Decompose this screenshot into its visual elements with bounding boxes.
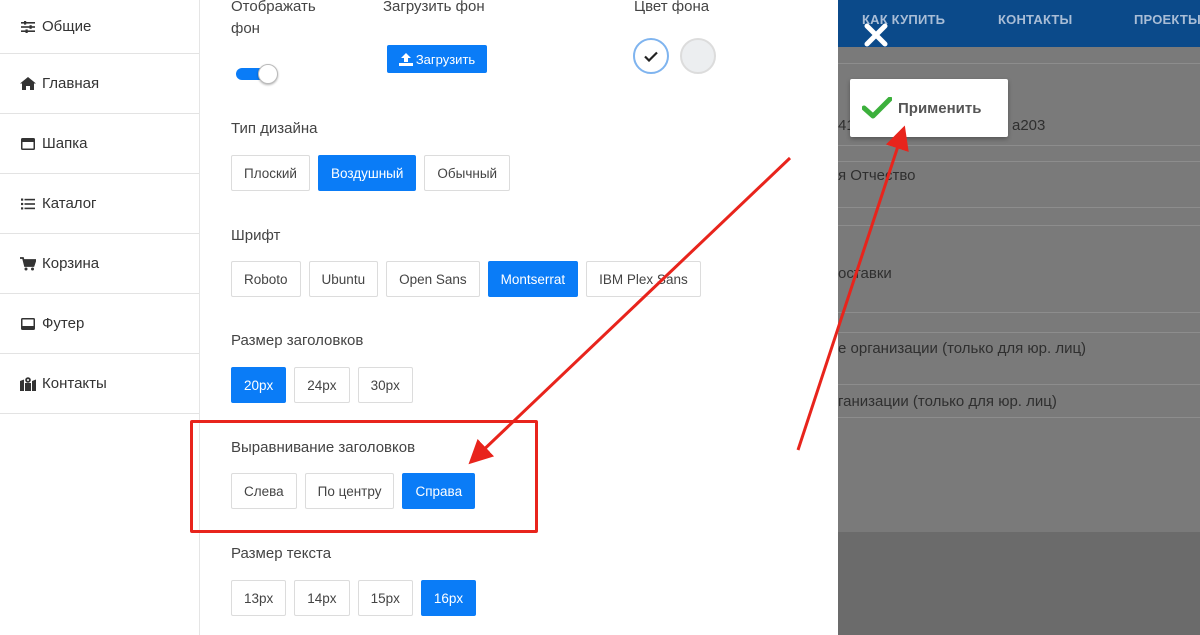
annotation-highlight-box bbox=[190, 420, 538, 533]
font-option-open-sans[interactable]: Open Sans bbox=[386, 261, 480, 297]
sidebar-item-header[interactable]: Шапка bbox=[0, 114, 199, 174]
list-icon bbox=[18, 196, 38, 212]
apply-button[interactable]: Применить bbox=[850, 79, 1008, 137]
text-size-option-15[interactable]: 15px bbox=[357, 580, 413, 616]
design-option-flat[interactable]: Плоский bbox=[231, 155, 310, 191]
form-field-fragment: е организации (только для юр. лиц) bbox=[838, 340, 1087, 357]
design-type-label: Тип дизайна bbox=[231, 120, 318, 137]
heading-size-option-30[interactable]: 30px bbox=[357, 367, 413, 403]
site-top-nav: КАК КУПИТЬ КОНТАКТЫ ПРОЕКТЫ bbox=[838, 0, 1200, 47]
background-color-label: Цвет фона bbox=[634, 0, 710, 15]
checkmark-icon bbox=[644, 51, 658, 62]
sidebar-item-label: Главная bbox=[42, 75, 100, 92]
form-field-fragment: я Отчество bbox=[838, 167, 916, 184]
show-background-label: Отображать фон bbox=[231, 0, 316, 37]
nav-link-projects: ПРОЕКТЫ bbox=[1134, 12, 1200, 27]
font-option-ubuntu[interactable]: Ubuntu bbox=[308, 261, 379, 297]
sidebar-item-catalog[interactable]: Каталог bbox=[0, 174, 199, 234]
sidebar-item-label: Общие bbox=[42, 18, 92, 35]
sidebar-item-label: Каталог bbox=[42, 195, 97, 212]
design-option-airy[interactable]: Воздушный bbox=[317, 155, 417, 191]
header-icon bbox=[18, 136, 38, 152]
sidebar-item-footer[interactable]: Футер bbox=[0, 294, 199, 354]
bg-color-grey-swatch[interactable] bbox=[680, 38, 716, 74]
design-type-options: Плоский Воздушный Обычный bbox=[231, 155, 511, 191]
sidebar-item-home[interactable]: Главная bbox=[0, 54, 199, 114]
heading-size-label: Размер заголовков bbox=[231, 332, 364, 349]
footer-icon bbox=[18, 316, 38, 332]
font-option-montserrat[interactable]: Montserrat bbox=[487, 261, 579, 297]
text-size-label: Размер текста bbox=[231, 545, 332, 562]
text-size-option-13[interactable]: 13px bbox=[231, 580, 287, 616]
sidebar-item-label: Шапка bbox=[42, 135, 88, 152]
close-icon[interactable] bbox=[864, 23, 888, 47]
sidebar-item-label: Футер bbox=[42, 315, 85, 332]
upload-button[interactable]: Загрузить bbox=[387, 45, 487, 73]
form-field-fragment: ганизации (только для юр. лиц) bbox=[838, 393, 1057, 410]
font-label: Шрифт bbox=[231, 227, 281, 244]
heading-size-option-20[interactable]: 20px bbox=[231, 367, 287, 403]
home-icon bbox=[18, 76, 38, 92]
form-field-fragment: оставки bbox=[838, 265, 892, 282]
form-field-fragment: a203 bbox=[1012, 117, 1046, 134]
cart-icon bbox=[18, 256, 38, 272]
heading-size-option-24[interactable]: 24px bbox=[294, 367, 350, 403]
settings-panel bbox=[200, 0, 838, 635]
settings-sidebar: Общие Главная Шапка Каталог Корзина Футе… bbox=[0, 0, 200, 635]
sliders-icon bbox=[18, 19, 38, 35]
text-size-option-14[interactable]: 14px bbox=[294, 580, 350, 616]
sidebar-item-general[interactable]: Общие bbox=[0, 0, 199, 54]
sidebar-item-label: Корзина bbox=[42, 255, 100, 272]
font-option-roboto[interactable]: Roboto bbox=[231, 261, 301, 297]
font-options: Roboto Ubuntu Open Sans Montserrat IBM P… bbox=[231, 261, 701, 297]
checkmark-icon bbox=[862, 97, 892, 119]
sidebar-item-label: Контакты bbox=[42, 375, 107, 392]
show-background-toggle[interactable] bbox=[236, 64, 278, 84]
design-option-normal[interactable]: Обычный bbox=[424, 155, 511, 191]
heading-size-options: 20px 24px 30px bbox=[231, 367, 413, 403]
sidebar-item-cart[interactable]: Корзина bbox=[0, 234, 199, 294]
sidebar-item-contacts[interactable]: Контакты bbox=[0, 354, 199, 414]
upload-icon bbox=[398, 52, 413, 66]
upload-background-label: Загрузить фон bbox=[383, 0, 485, 15]
bg-color-white-swatch[interactable] bbox=[633, 38, 669, 74]
font-option-ibm-plex-sans[interactable]: IBM Plex Sans bbox=[586, 261, 701, 297]
text-size-options: 13px 14px 15px 16px bbox=[231, 580, 477, 616]
map-icon bbox=[18, 376, 38, 392]
nav-link-contacts: КОНТАКТЫ bbox=[998, 12, 1073, 27]
text-size-option-16[interactable]: 16px bbox=[420, 580, 477, 616]
